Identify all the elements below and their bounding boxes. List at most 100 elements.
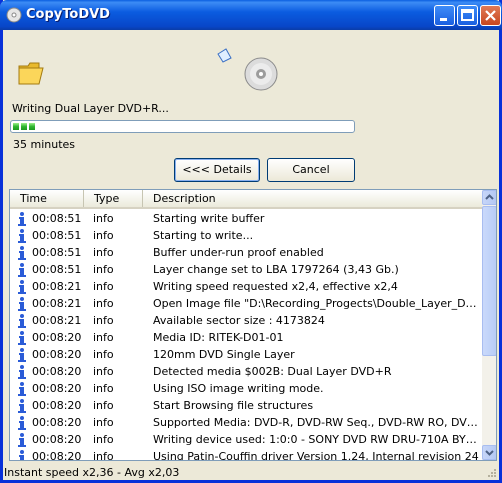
log-header: Time Type Description	[10, 190, 482, 209]
title-bar[interactable]: CopyToDVD	[0, 0, 502, 30]
table-row[interactable]: 00:08:20 info Start Browsing file structur…	[10, 397, 482, 414]
row-description: Using Patin-Couffin driver Version 1.24,…	[153, 450, 479, 461]
progress-bar	[10, 120, 355, 133]
row-time: 00:08:21	[32, 280, 82, 293]
table-row[interactable]: 00:08:51 info Layer change set to LBA 1797…	[10, 261, 482, 278]
row-description: Starting to write...	[153, 229, 254, 242]
table-row[interactable]: 00:08:20 info Writing device used: 1:0:0 -…	[10, 431, 482, 448]
table-row[interactable]: 00:08:21 info Open Image file "D:\Recordin…	[10, 295, 482, 312]
row-description: Layer change set to LBA 1797264 (3,43 Gb…	[153, 263, 399, 276]
row-type: info	[93, 348, 114, 361]
row-description: Writing device used: 1:0:0 - SONY DVD RW…	[153, 433, 479, 446]
status-bar: Instant speed x2,36 - Avg x2,03	[3, 466, 499, 480]
minimize-icon	[440, 18, 447, 21]
vertical-scrollbar[interactable]	[482, 190, 496, 460]
row-time: 00:08:51	[32, 246, 82, 259]
row-time: 00:08:20	[32, 450, 82, 461]
row-description: Buffer under-run proof enabled	[153, 246, 324, 259]
info-icon	[18, 212, 26, 226]
speed-status: Instant speed x2,36 - Avg x2,03	[4, 466, 180, 479]
cancel-button[interactable]: Cancel	[267, 158, 355, 182]
row-type: info	[93, 212, 114, 225]
log-rows: 00:08:51 info Starting write buffer 00:08:5…	[10, 210, 482, 461]
row-description: Media ID: RITEK-D01-01	[153, 331, 284, 344]
table-row[interactable]: 00:08:51 info Starting to write...	[10, 227, 482, 244]
row-type: info	[93, 229, 114, 242]
table-row[interactable]: 00:08:20 info Media ID: RITEK-D01-01	[10, 329, 482, 346]
row-time: 00:08:20	[32, 433, 82, 446]
table-row[interactable]: 00:08:20 info 120mm DVD Single Layer	[10, 346, 482, 363]
info-icon	[18, 229, 26, 243]
row-type: info	[93, 450, 114, 461]
table-row[interactable]: 00:08:51 info Starting write buffer	[10, 210, 482, 227]
info-icon	[18, 263, 26, 277]
row-time: 00:08:21	[32, 314, 82, 327]
scroll-down-button[interactable]	[482, 445, 496, 460]
flying-file-icon	[217, 48, 232, 63]
row-time: 00:08:51	[32, 212, 82, 225]
details-button[interactable]: <<< Details	[174, 158, 260, 182]
table-row[interactable]: 00:08:20 info Supported Media: DVD-R, DVD-…	[10, 414, 482, 431]
chevron-up-icon	[485, 194, 494, 200]
row-description: Available sector size : 4173824	[153, 314, 325, 327]
scroll-up-button[interactable]	[482, 190, 496, 205]
table-row[interactable]: 00:08:21 info Available sector size : 4173…	[10, 312, 482, 329]
info-icon	[18, 246, 26, 260]
folder-icon	[18, 62, 44, 85]
row-type: info	[93, 314, 114, 327]
row-description: Supported Media: DVD-R, DVD-RW Seq., DVD…	[153, 416, 479, 429]
row-type: info	[93, 263, 114, 276]
row-type: info	[93, 297, 114, 310]
row-type: info	[93, 365, 114, 378]
table-row[interactable]: 00:08:20 info Using Patin-Couffin driver V…	[10, 448, 482, 461]
info-icon	[19, 450, 24, 460]
info-icon	[18, 314, 26, 328]
minimize-button[interactable]	[434, 5, 455, 26]
close-icon	[485, 10, 496, 21]
close-button[interactable]	[480, 5, 501, 26]
row-description: Detected media $002B: Dual Layer DVD+R	[153, 365, 392, 378]
progress-fill	[13, 123, 35, 130]
app-icon	[6, 7, 22, 23]
status-text: Writing Dual Layer DVD+R...	[12, 102, 169, 115]
log-list[interactable]: Time Type Description 00:08:51 info Starti…	[9, 189, 497, 461]
row-type: info	[93, 416, 114, 429]
main-window: CopyToDVD Writing Dual Layer DVD+R... 35…	[0, 0, 502, 483]
row-time: 00:08:20	[32, 331, 82, 344]
row-type: info	[93, 331, 114, 344]
row-type: info	[93, 399, 114, 412]
dvd-disc-icon	[244, 57, 278, 91]
row-type: info	[93, 382, 114, 395]
table-row[interactable]: 00:08:20 info Detected media $002B: Dual L…	[10, 363, 482, 380]
resize-grip-icon[interactable]	[485, 468, 497, 480]
row-time: 00:08:20	[32, 382, 82, 395]
scroll-thumb[interactable]	[482, 206, 496, 356]
column-header-description[interactable]: Description	[143, 190, 482, 207]
row-time: 00:08:20	[32, 416, 82, 429]
dialog-content: Writing Dual Layer DVD+R... 35 minutes <…	[3, 30, 499, 480]
row-description: Open Image file "D:\Recording_Progects\D…	[153, 297, 479, 310]
row-time: 00:08:51	[32, 263, 82, 276]
table-row[interactable]: 00:08:51 info Buffer under-run proof enabl…	[10, 244, 482, 261]
info-icon	[18, 399, 26, 413]
maximize-button[interactable]	[457, 5, 478, 26]
row-type: info	[93, 246, 114, 259]
table-row[interactable]: 00:08:21 info Writing speed requested x2,4…	[10, 278, 482, 295]
info-icon	[18, 331, 26, 345]
progress-block	[29, 123, 35, 130]
info-icon	[18, 297, 26, 311]
row-time: 00:08:20	[32, 399, 82, 412]
row-time: 00:08:20	[32, 348, 82, 361]
info-icon	[18, 280, 26, 294]
row-description: 120mm DVD Single Layer	[153, 348, 295, 361]
row-description: Starting write buffer	[153, 212, 265, 225]
info-icon	[18, 382, 26, 396]
row-description: Writing speed requested x2,4, effective …	[153, 280, 398, 293]
column-header-time[interactable]: Time	[10, 190, 84, 207]
column-header-type[interactable]: Type	[84, 190, 143, 207]
time-remaining: 35 minutes	[13, 138, 76, 151]
row-type: info	[93, 433, 114, 446]
table-row[interactable]: 00:08:20 info Using ISO image writing mode…	[10, 380, 482, 397]
window-title: CopyToDVD	[26, 7, 110, 22]
row-time: 00:08:21	[32, 297, 82, 310]
